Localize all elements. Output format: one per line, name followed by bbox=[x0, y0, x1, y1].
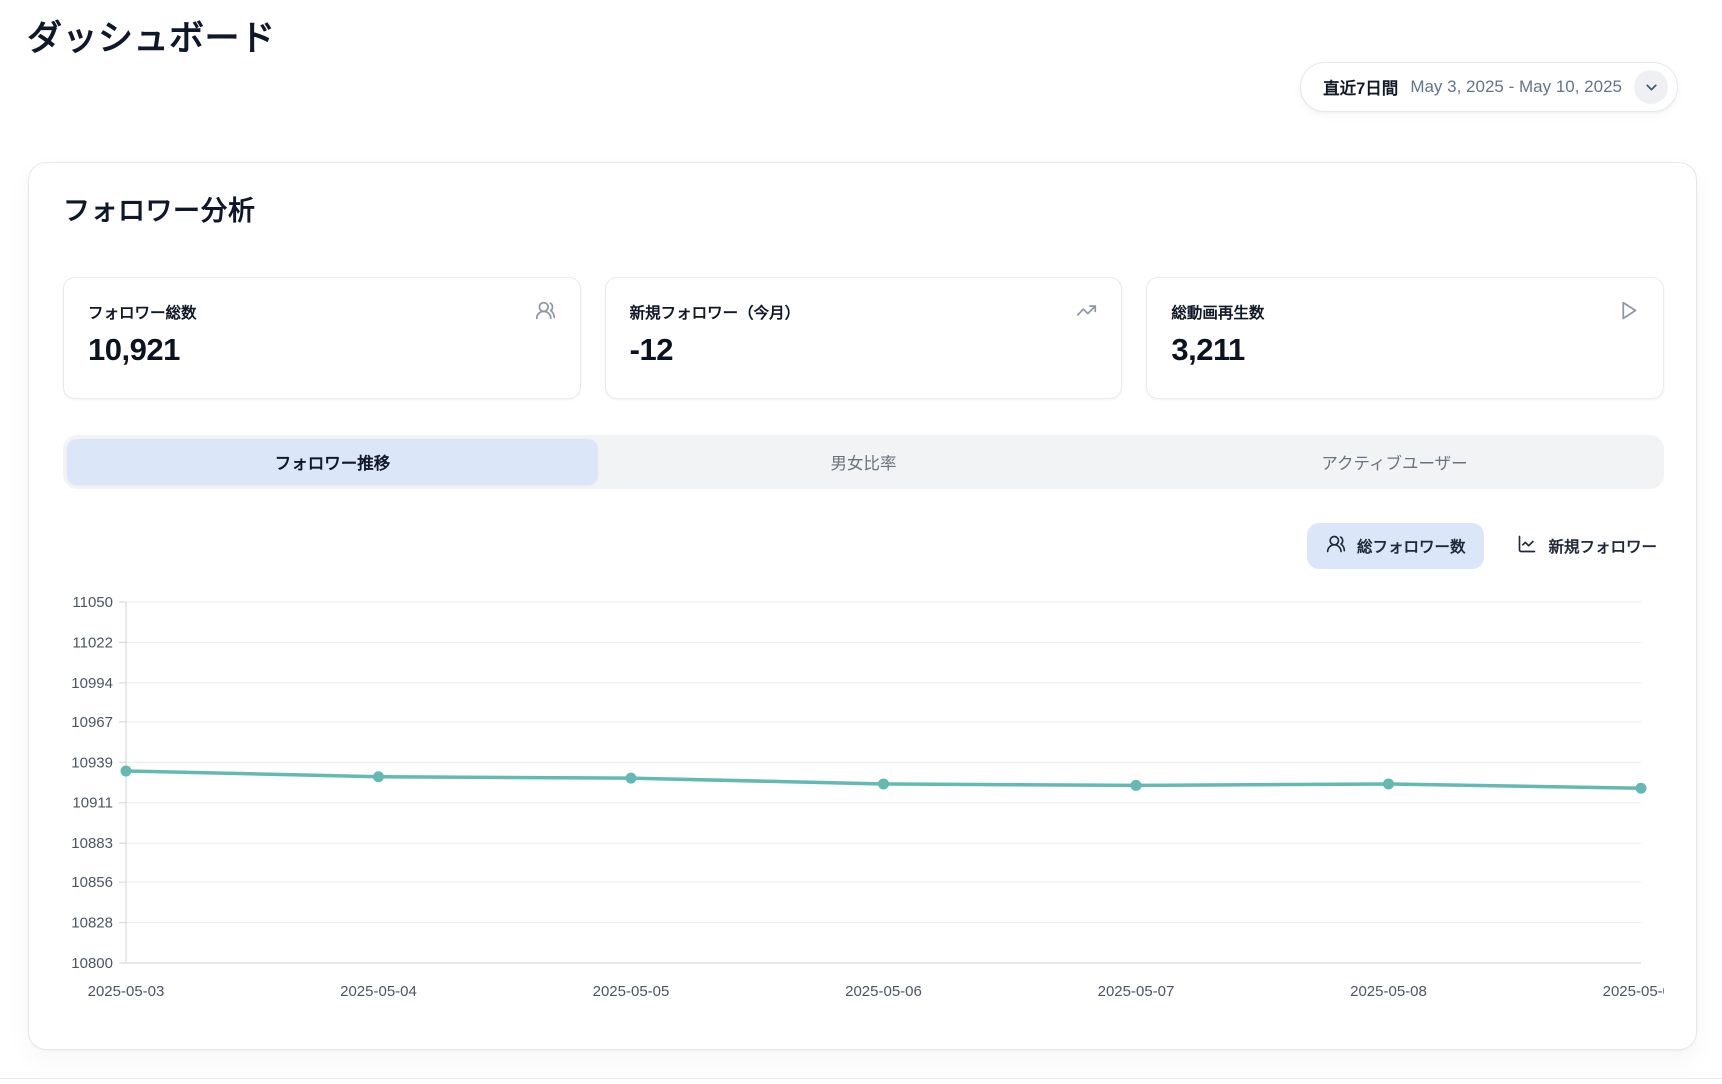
data-point bbox=[1131, 780, 1142, 791]
data-point bbox=[1636, 783, 1647, 794]
x-tick-label: 2025-05-05 bbox=[593, 983, 670, 1000]
chart-line-icon bbox=[1517, 534, 1537, 559]
page-root: ダッシュボード 直近7日間 May 3, 2025 - May 10, 2025… bbox=[0, 0, 1722, 1084]
tab-gender-ratio[interactable]: 男女比率 bbox=[598, 439, 1129, 485]
tab-label: 男女比率 bbox=[831, 450, 897, 474]
follower-line-chart: 11050 11022 10994 10967 10939 10911 10883 10856… bbox=[63, 581, 1664, 1021]
follower-analytics-panel: フォロワー分析 フォロワー総数 10,921 新規フォロワー（今月） -12 総… bbox=[28, 162, 1697, 1050]
stat-cards-row: フォロワー総数 10,921 新規フォロワー（今月） -12 総動画再生数 3,… bbox=[63, 277, 1664, 399]
stat-label: 新規フォロワー（今月） bbox=[630, 301, 1098, 323]
y-tick-label: 10967 bbox=[71, 714, 113, 731]
page-title: ダッシュボード bbox=[27, 10, 276, 61]
play-icon bbox=[1618, 300, 1639, 326]
tab-follower-trend[interactable]: フォロワー推移 bbox=[67, 439, 598, 485]
chart-area: 11050 11022 10994 10967 10939 10911 10883 10856… bbox=[63, 581, 1664, 1021]
stat-label: 総動画再生数 bbox=[1171, 301, 1639, 323]
x-tick-label: 2025-05-08 bbox=[1350, 983, 1427, 1000]
data-point bbox=[373, 771, 384, 782]
stat-value: 10,921 bbox=[88, 332, 556, 368]
tab-bar: フォロワー推移 男女比率 アクティブユーザー bbox=[63, 435, 1664, 489]
y-tick-label: 10800 bbox=[71, 955, 113, 972]
y-tick-label: 10911 bbox=[72, 795, 113, 812]
x-tick-label: 2025-05-07 bbox=[1098, 983, 1175, 1000]
x-tick-label: 2025-05-09 bbox=[1603, 983, 1664, 1000]
x-tick-label: 2025-05-04 bbox=[340, 983, 417, 1000]
stat-value: -12 bbox=[630, 332, 1098, 368]
stat-card-total-video-views: 総動画再生数 3,211 bbox=[1146, 277, 1664, 399]
y-tick-label: 10994 bbox=[71, 675, 113, 692]
data-point bbox=[626, 773, 637, 784]
date-range-label: 直近7日間 bbox=[1323, 75, 1398, 99]
trending-up-icon bbox=[1076, 300, 1097, 326]
series-toggle-label: 新規フォロワー bbox=[1548, 535, 1657, 557]
y-tick-label: 11022 bbox=[72, 634, 113, 651]
data-point bbox=[878, 778, 889, 789]
series-toggle-label: 総フォロワー数 bbox=[1357, 535, 1466, 557]
series-toggle-new-followers[interactable]: 新規フォロワー bbox=[1498, 523, 1676, 569]
chevron-down-icon bbox=[1634, 70, 1668, 104]
section-title: フォロワー分析 bbox=[63, 189, 256, 228]
tab-label: アクティブユーザー bbox=[1321, 450, 1467, 474]
date-range-button[interactable]: 直近7日間 May 3, 2025 - May 10, 2025 bbox=[1300, 62, 1678, 112]
date-range-value: May 3, 2025 - May 10, 2025 bbox=[1410, 77, 1622, 97]
stat-card-new-followers: 新規フォロワー（今月） -12 bbox=[605, 277, 1123, 399]
stat-label: フォロワー総数 bbox=[88, 301, 556, 323]
series-toggle-row: 総フォロワー数 新規フォロワー bbox=[1307, 523, 1676, 569]
y-tick-label: 10856 bbox=[71, 874, 113, 891]
data-point bbox=[121, 765, 132, 776]
stat-value: 3,211 bbox=[1171, 332, 1639, 368]
tab-label: フォロワー推移 bbox=[275, 450, 391, 474]
stat-card-total-followers: フォロワー総数 10,921 bbox=[63, 277, 581, 399]
series-toggle-total-followers[interactable]: 総フォロワー数 bbox=[1307, 523, 1485, 569]
users-icon bbox=[1326, 534, 1346, 559]
bottom-divider bbox=[0, 1078, 1722, 1079]
x-tick-label: 2025-05-06 bbox=[845, 983, 922, 1000]
y-tick-label: 11050 bbox=[72, 594, 113, 611]
y-tick-label: 10883 bbox=[71, 835, 113, 852]
y-tick-label: 10828 bbox=[71, 915, 113, 932]
y-tick-label: 10939 bbox=[71, 754, 113, 771]
data-point bbox=[1383, 778, 1394, 789]
tab-active-users[interactable]: アクティブユーザー bbox=[1129, 439, 1660, 485]
users-icon bbox=[535, 300, 556, 326]
x-tick-label: 2025-05-03 bbox=[88, 983, 165, 1000]
